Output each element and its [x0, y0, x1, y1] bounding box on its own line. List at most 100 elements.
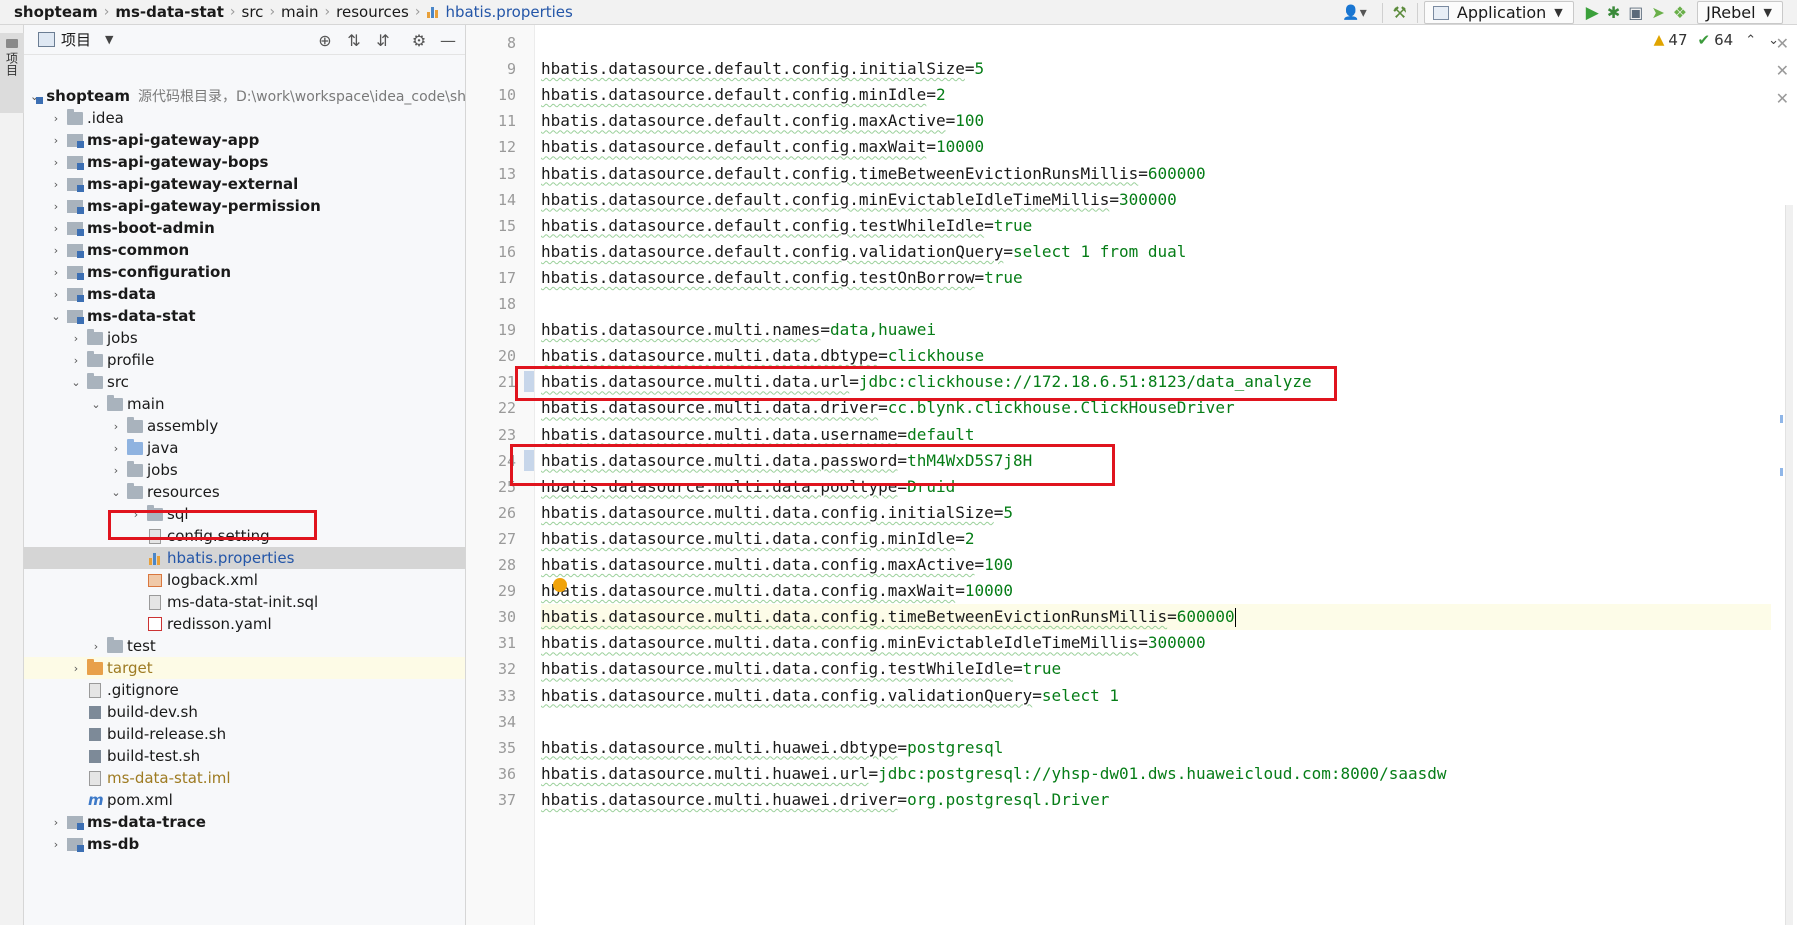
code-line[interactable]: hbatis.datasource.multi.data.config.minI…	[541, 526, 1771, 552]
code-line[interactable]: hbatis.datasource.default.config.timeBet…	[541, 161, 1771, 187]
tree-item[interactable]: › target	[24, 657, 465, 679]
tree-item[interactable]: › assembly	[24, 415, 465, 437]
tree-item[interactable]: ⌄ resources	[24, 481, 465, 503]
locate-file-icon[interactable]: ⊕	[314, 29, 336, 51]
code-line[interactable]: hbatis.datasource.default.config.maxActi…	[541, 108, 1771, 134]
tree-item[interactable]: › ms-boot-admin	[24, 217, 465, 239]
collapse-all-icon[interactable]: ⇵	[372, 29, 394, 51]
chevron-right-icon[interactable]: ›	[48, 222, 64, 235]
chevron-right-icon[interactable]: ›	[68, 332, 84, 345]
chevron-right-icon[interactable]: ›	[108, 442, 124, 455]
chevron-right-icon[interactable]: ›	[48, 288, 64, 301]
breadcrumb-item-main[interactable]: main	[281, 0, 318, 25]
chevron-right-icon[interactable]: ›	[48, 244, 64, 257]
tree-item[interactable]: › test	[24, 635, 465, 657]
tree-item-selected[interactable]: hbatis.properties	[24, 547, 465, 569]
jrebel-run-icon[interactable]: ➤	[1651, 2, 1664, 24]
intention-bulb-icon[interactable]	[553, 578, 567, 593]
coverage-icon[interactable]: ▣	[1628, 2, 1643, 24]
tree-item[interactable]: › ms-configuration	[24, 261, 465, 283]
code-line[interactable]: hbatis.datasource.multi.names=data,huawe…	[541, 317, 1771, 343]
code-line[interactable]: hbatis.datasource.default.config.testWhi…	[541, 213, 1771, 239]
breadcrumb-item-module[interactable]: ms-data-stat	[115, 0, 224, 25]
run-icon[interactable]: ▶	[1586, 2, 1599, 24]
chevron-right-icon[interactable]: ›	[108, 420, 124, 433]
code-line[interactable]: hbatis.datasource.default.config.minIdle…	[541, 82, 1771, 108]
breadcrumb-item-resources[interactable]: resources	[336, 0, 409, 25]
tree-item[interactable]: › ms-api-gateway-app	[24, 129, 465, 151]
code-line[interactable]: hbatis.datasource.multi.data.config.test…	[541, 656, 1771, 682]
chevron-down-icon[interactable]: ⌄	[48, 310, 64, 323]
tree-item[interactable]: › ms-api-gateway-bops	[24, 151, 465, 173]
tree-item[interactable]: redisson.yaml	[24, 613, 465, 635]
chevron-right-icon[interactable]: ›	[48, 112, 64, 125]
jrebel-select[interactable]: JRebel ▼	[1697, 1, 1783, 24]
build-hammer-icon[interactable]: ⚒	[1393, 2, 1407, 24]
code-line[interactable]: hbatis.datasource.default.config.testOnB…	[541, 265, 1771, 291]
minimize-icon[interactable]: —	[437, 29, 459, 51]
code-line[interactable]: hbatis.datasource.default.config.maxWait…	[541, 134, 1771, 160]
chevron-down-icon[interactable]: ⌄	[68, 376, 84, 389]
tree-item[interactable]: › ms-common	[24, 239, 465, 261]
code-line[interactable]: hbatis.datasource.multi.data.config.vali…	[541, 683, 1771, 709]
tree-item[interactable]: › ms-api-gateway-permission	[24, 195, 465, 217]
tree-item[interactable]: ms-data-stat.iml	[24, 767, 465, 789]
tree-item[interactable]: logback.xml	[24, 569, 465, 591]
code-line[interactable]: hbatis.datasource.multi.data.config.init…	[541, 500, 1771, 526]
tree-item[interactable]: ms-data-stat-init.sql	[24, 591, 465, 613]
jrebel-debug-icon[interactable]: ❖	[1673, 2, 1687, 24]
change-marker[interactable]	[1780, 415, 1783, 423]
tree-item[interactable]: › java	[24, 437, 465, 459]
code-line[interactable]: hbatis.datasource.multi.data.config.maxA…	[541, 552, 1771, 578]
tree-item[interactable]: ⌄ src	[24, 371, 465, 393]
code-line[interactable]: hbatis.datasource.multi.data.config.time…	[541, 604, 1771, 631]
chevron-up-icon[interactable]: ⌃	[1745, 33, 1756, 48]
code-line[interactable]	[541, 30, 1771, 56]
breadcrumb-item-file[interactable]: hbatis.properties	[426, 0, 573, 25]
chevron-right-icon[interactable]: ›	[68, 662, 84, 675]
tree-item[interactable]: build-dev.sh	[24, 701, 465, 723]
chevron-down-icon[interactable]: ⌄	[108, 486, 124, 499]
close-icon[interactable]: ✕	[1776, 34, 1789, 53]
tree-item[interactable]: › ms-db	[24, 833, 465, 855]
tree-item[interactable]: build-test.sh	[24, 745, 465, 767]
tree-item[interactable]: ⌄ main	[24, 393, 465, 415]
close-icon[interactable]: ✕	[1776, 61, 1789, 80]
chevron-right-icon[interactable]: ›	[48, 178, 64, 191]
tree-item[interactable]: › .idea	[24, 107, 465, 129]
chevron-right-icon[interactable]: ›	[48, 816, 64, 829]
tree-item[interactable]: ⌄ ms-data-stat	[24, 305, 465, 327]
tree-item-root[interactable]: ⌄ shopteam 源代码根目录，D:\work\workspace\idea…	[24, 85, 465, 107]
code-line[interactable]: hbatis.datasource.default.config.minEvic…	[541, 187, 1771, 213]
code-line[interactable]: hbatis.datasource.default.config.validat…	[541, 239, 1771, 265]
code-line[interactable]: hbatis.datasource.default.config.initial…	[541, 56, 1771, 82]
chevron-down-icon[interactable]: ⌄	[88, 398, 104, 411]
close-icon[interactable]: ✕	[1776, 89, 1789, 108]
code-line[interactable]: hbatis.datasource.multi.huawei.dbtype=po…	[541, 735, 1771, 761]
tree-item[interactable]: build-release.sh	[24, 723, 465, 745]
run-configuration-select[interactable]: Application ▼	[1423, 1, 1574, 24]
inspection-widget[interactable]: ▲ 47 ✔ 64 ⌃ ⌄	[1654, 29, 1779, 51]
tree-item[interactable]: › ms-data	[24, 283, 465, 305]
chevron-right-icon[interactable]: ›	[48, 134, 64, 147]
chevron-right-icon[interactable]: ›	[48, 838, 64, 851]
tree-item[interactable]: › ms-api-gateway-external	[24, 173, 465, 195]
tree-item[interactable]: m pom.xml	[24, 789, 465, 811]
chevron-right-icon[interactable]: ›	[108, 464, 124, 477]
code-line[interactable]	[541, 291, 1771, 317]
tree-item[interactable]: .gitignore	[24, 679, 465, 701]
tree-item[interactable]: › jobs	[24, 459, 465, 481]
code-line[interactable]: hbatis.datasource.multi.huawei.url=jdbc:…	[541, 761, 1771, 787]
breadcrumb-item-project[interactable]: shopteam	[14, 0, 98, 25]
tree-item[interactable]: › profile	[24, 349, 465, 371]
chevron-down-icon[interactable]: ▼	[105, 33, 113, 46]
debug-icon[interactable]: ✱	[1607, 2, 1620, 24]
chevron-right-icon[interactable]: ›	[68, 354, 84, 367]
project-tool-tab[interactable]: 项目	[0, 33, 24, 113]
code-line[interactable]	[541, 709, 1771, 735]
chevron-right-icon[interactable]: ›	[88, 640, 104, 653]
code-line[interactable]: hbatis.datasource.multi.data.config.minE…	[541, 630, 1771, 656]
user-icon[interactable]: 👤▾	[1338, 2, 1372, 24]
project-panel-title[interactable]: 项目	[61, 29, 91, 50]
change-marker[interactable]	[1780, 468, 1783, 476]
